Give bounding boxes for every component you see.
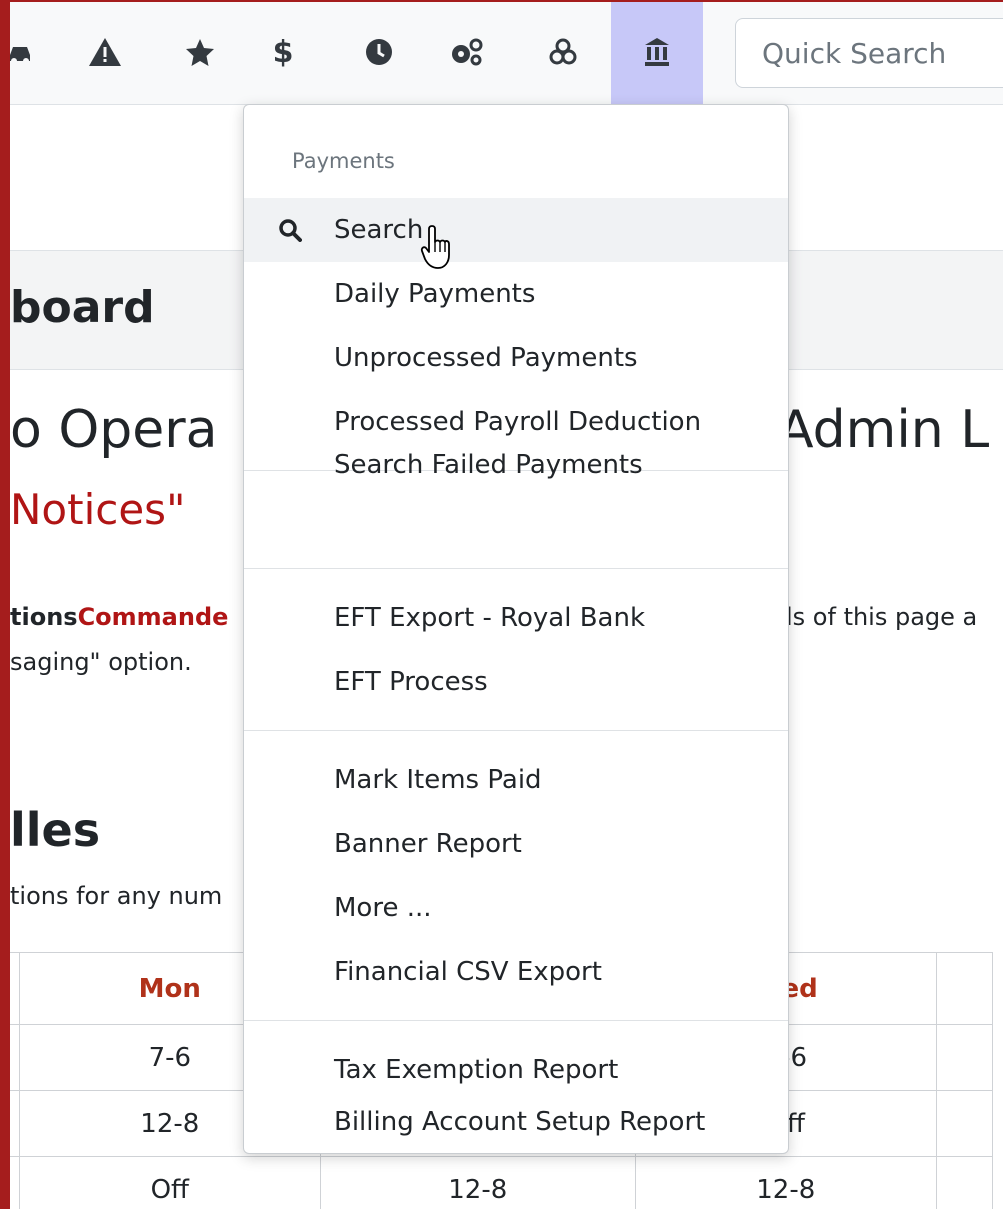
menu-divider [244,730,788,731]
window-frame-left [0,0,10,1209]
table-cell [935,1156,994,1209]
menu-item-search[interactable]: Search [244,198,788,262]
schedule-header-cell [10,952,20,1025]
schedule-header-cell [935,952,994,1025]
commands-line: tionsCommande [10,603,228,631]
welcome-heading-right: Admin L [778,400,990,460]
table-cell: 12-8 [319,1156,636,1209]
dollar-glyph: $ [272,34,294,70]
menu-item-label: Tax Exemption Report [334,1055,619,1085]
menu-divider [244,568,788,569]
menu-item-daily-payments[interactable]: Daily Payments [244,262,788,326]
commands-right-text: ls of this page a [786,603,978,631]
table-cell [935,1024,994,1091]
payments-dropdown-menu: Payments Search Daily Payments Unprocess… [243,104,789,1154]
commands-red-link[interactable]: Commande [78,603,229,631]
menu-item-label: Mark Items Paid [334,765,542,795]
table-cell [935,1090,994,1157]
table-cell [10,1156,20,1209]
menu-item-mark-items-paid[interactable]: Mark Items Paid [244,748,788,812]
menu-item-label: Banner Report [334,829,522,859]
table-row: Off 12-8 12-8 [10,1156,994,1209]
menu-item-eft-export[interactable]: EFT Export - Royal Bank [244,586,788,650]
hours-description: tions for any num [10,882,223,910]
table-cell: Off [18,1156,321,1209]
bank-icon[interactable] [611,0,703,104]
table-cell [10,1090,20,1157]
menu-item-unprocessed-payments[interactable]: Unprocessed Payments [244,326,788,390]
menu-item-financial-csv-export[interactable]: Financial CSV Export [244,940,788,1004]
gears-icon[interactable] [427,0,507,104]
menu-item-billing-account-setup-report[interactable]: Billing Account Setup Report [244,1102,788,1142]
welcome-heading-left: o Opera [10,400,218,460]
table-cell [10,1024,20,1091]
menu-item-label: Daily Payments [334,279,536,309]
top-toolbar: $ Quick Search [0,0,1003,105]
menu-item-banner-report[interactable]: Banner Report [244,812,788,876]
hand-cursor-icon [420,225,450,269]
search-icon [279,219,302,242]
table-cell: 12-8 [634,1156,937,1209]
menu-item-label: Search [334,215,424,245]
dollar-icon[interactable]: $ [243,0,323,104]
menu-item-more[interactable]: More ... [244,876,788,940]
menu-item-label: Search Failed Payments [334,450,643,480]
menu-item-label: More ... [334,893,432,923]
star-icon[interactable] [160,0,240,104]
menu-item-search-failed-payments[interactable]: Search Failed Payments [244,433,788,497]
commands-bold-text: tions [10,603,78,631]
menu-item-label: Unprocessed Payments [334,343,638,373]
hours-heading: lles [10,803,101,857]
dropdown-header: Payments [292,149,395,173]
coins-icon[interactable] [523,0,603,104]
menu-item-label: EFT Process [334,667,488,697]
messaging-option-text: saging" option. [10,648,192,676]
warning-icon[interactable] [65,0,145,104]
menu-item-label: EFT Export - Royal Bank [334,603,646,633]
dashboard-title: board [10,282,155,333]
quick-search-placeholder: Quick Search [762,36,947,70]
menu-item-eft-process[interactable]: EFT Process [244,650,788,714]
quick-search-input[interactable]: Quick Search [735,18,1003,88]
menu-item-label: Billing Account Setup Report [334,1107,706,1137]
clock-icon[interactable] [339,0,419,104]
menu-divider [244,1020,788,1021]
menu-item-label: Financial CSV Export [334,957,602,987]
menu-item-tax-exemption-report[interactable]: Tax Exemption Report [244,1038,788,1102]
notices-heading: Notices" [10,485,186,534]
